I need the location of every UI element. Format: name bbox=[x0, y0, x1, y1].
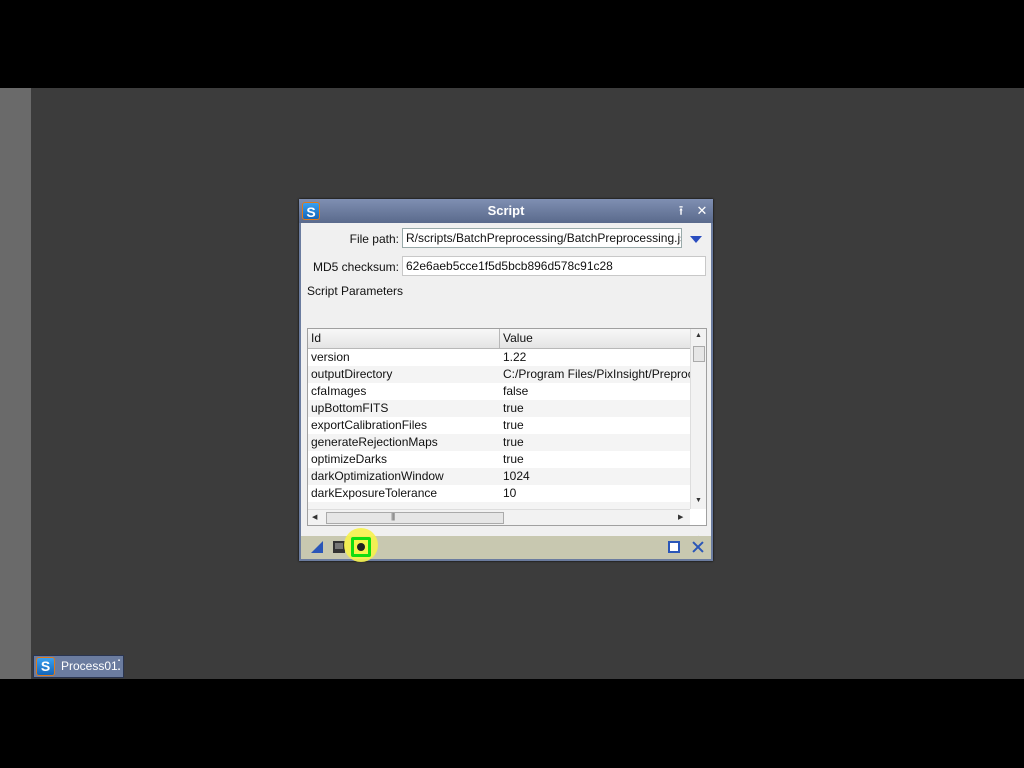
table-row[interactable]: generateRejectionMaps true bbox=[308, 434, 690, 451]
row-value: 10 bbox=[503, 486, 517, 500]
table-row[interactable]: darkOptimizationWindow 1024 bbox=[308, 468, 690, 485]
window-title: Script bbox=[487, 203, 525, 218]
md5-field[interactable]: 62e6aeb5cce1f5d5bcb896d578c91c28 bbox=[402, 256, 706, 276]
horizontal-scrollbar[interactable]: ◀ ||| ▶ bbox=[308, 509, 690, 525]
scroll-right-icon[interactable]: ▶ bbox=[678, 514, 683, 522]
row-id: darkOptimizationWindow bbox=[311, 469, 444, 483]
row-value: true bbox=[503, 401, 524, 415]
row-id: outputDirectory bbox=[311, 367, 393, 381]
vertical-scrollbar[interactable]: ▲ ▼ bbox=[690, 329, 706, 509]
row-id: cfaImages bbox=[311, 384, 367, 398]
row-value: 1.22 bbox=[503, 350, 527, 364]
table-row[interactable]: upBottomFITS true bbox=[308, 400, 690, 417]
process-icon-label: Process01 bbox=[61, 659, 118, 673]
row-id: optimizeDarks bbox=[311, 452, 388, 466]
table-header: Id Value bbox=[308, 329, 690, 349]
table-row[interactable]: outputDirectory C:/Program Files/PixInsi… bbox=[308, 366, 690, 383]
row-value: false bbox=[503, 384, 529, 398]
letterbox-bottom bbox=[0, 679, 1024, 768]
table-row[interactable]: darkExposureTolerance 10 bbox=[308, 485, 690, 502]
file-path-label: File path: bbox=[349, 232, 399, 246]
row-id: generateRejectionMaps bbox=[311, 435, 438, 449]
horizontal-scroll-thumb[interactable] bbox=[326, 512, 504, 524]
scroll-grip-icon: ||| bbox=[391, 512, 395, 521]
row-id: upBottomFITS bbox=[311, 401, 389, 415]
vertical-scroll-thumb[interactable] bbox=[693, 346, 705, 362]
row-value: true bbox=[503, 418, 524, 432]
md5-label: MD5 checksum: bbox=[312, 260, 399, 274]
table-row[interactable]: version 1.22 bbox=[308, 349, 690, 366]
parameters-table[interactable]: Id Value version 1.22 outputDirectory C:… bbox=[307, 328, 707, 526]
table-body: version 1.22 outputDirectory C:/Program … bbox=[308, 349, 690, 509]
row-value: true bbox=[503, 435, 524, 449]
reset-icon[interactable] bbox=[692, 541, 704, 553]
table-row[interactable]: optimizeDarks true bbox=[308, 451, 690, 468]
table-row[interactable]: exportCalibrationFiles true bbox=[308, 417, 690, 434]
table-row-partial[interactable] bbox=[308, 502, 690, 509]
row-value: true bbox=[503, 452, 524, 466]
letterbox-top bbox=[0, 0, 1024, 88]
row-value: 1024 bbox=[503, 469, 530, 483]
row-id: darkExposureTolerance bbox=[311, 486, 438, 500]
column-header-value[interactable]: Value bbox=[500, 329, 690, 348]
new-instance-icon[interactable] bbox=[311, 541, 323, 553]
workspace-edge bbox=[0, 88, 31, 679]
icon-side-marker: ▪ ▪ bbox=[117, 658, 121, 673]
row-value: C:/Program Files/PixInsight/Preproc bbox=[503, 367, 690, 381]
section-title: Script Parameters bbox=[307, 284, 404, 298]
file-path-dropdown-icon[interactable] bbox=[690, 236, 702, 243]
scroll-up-icon[interactable]: ▲ bbox=[695, 332, 702, 340]
documentation-icon[interactable] bbox=[668, 541, 680, 553]
title-bar[interactable]: S Script ⭱ ✕ bbox=[299, 199, 713, 223]
bottom-control-bar bbox=[301, 528, 711, 562]
scroll-left-icon[interactable]: ◀ bbox=[312, 514, 317, 522]
table-row[interactable]: cfaImages false bbox=[308, 383, 690, 400]
script-dialog: S Script ⭱ ✕ File path: R/scripts/BatchP… bbox=[299, 199, 713, 562]
script-logo-icon: S bbox=[36, 657, 55, 676]
column-header-id[interactable]: Id bbox=[308, 329, 500, 348]
scroll-down-icon[interactable]: ▼ bbox=[695, 497, 702, 505]
execute-icon[interactable] bbox=[351, 537, 371, 557]
row-id: exportCalibrationFiles bbox=[311, 418, 428, 432]
close-icon[interactable]: ✕ bbox=[694, 203, 710, 219]
file-path-input[interactable]: R/scripts/BatchPreprocessing/BatchPrepro… bbox=[402, 228, 682, 248]
dialog-client: File path: R/scripts/BatchPreprocessing/… bbox=[301, 223, 711, 559]
row-id: version bbox=[311, 350, 350, 364]
shade-icon[interactable]: ⭱ bbox=[673, 203, 689, 219]
process-icon[interactable]: S Process01 ▪ ▪ bbox=[33, 655, 124, 678]
